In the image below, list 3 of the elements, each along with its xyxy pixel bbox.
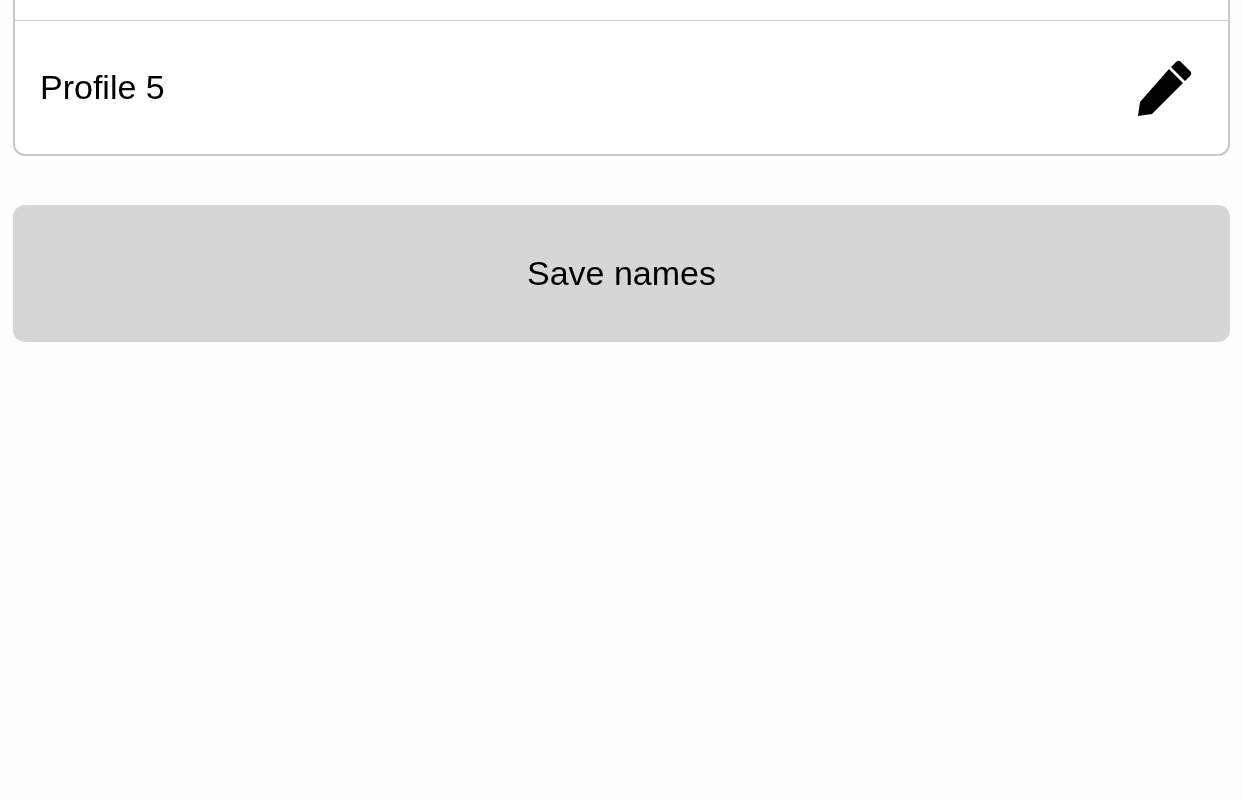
profile-name: Profile 5 xyxy=(40,67,165,108)
save-button[interactable]: Save names xyxy=(13,205,1230,342)
edit-icon[interactable] xyxy=(1136,59,1192,116)
